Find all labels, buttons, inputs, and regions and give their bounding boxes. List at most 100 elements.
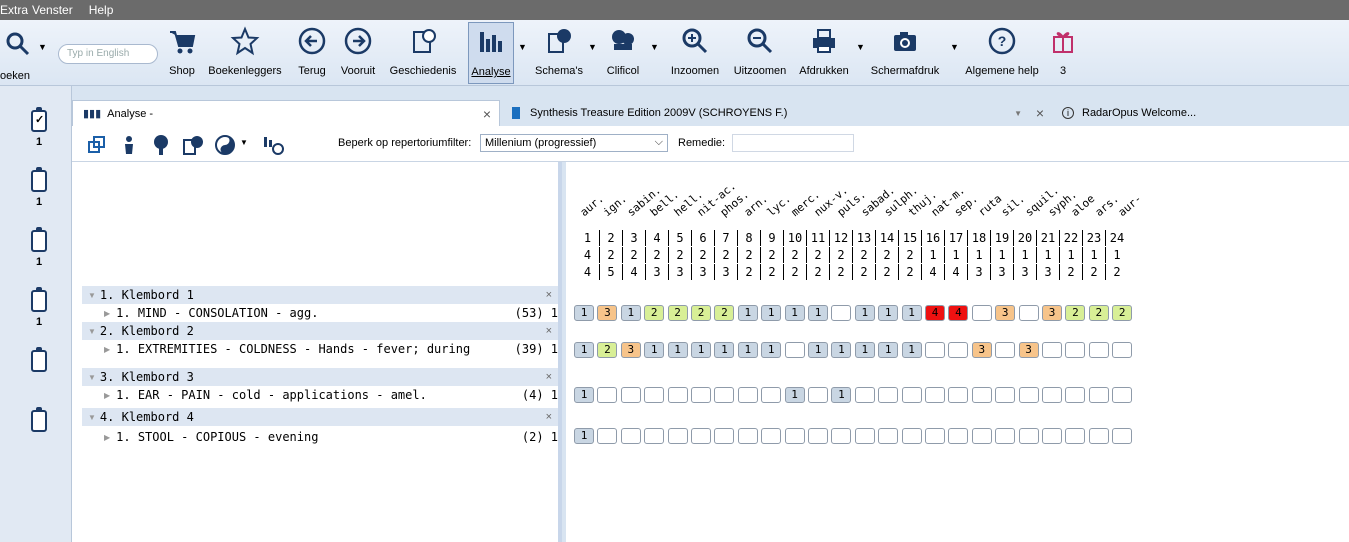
grade-cell[interactable] bbox=[925, 428, 945, 444]
grade-cell[interactable]: 2 bbox=[714, 305, 735, 321]
grade-cell[interactable]: 1 bbox=[574, 428, 594, 444]
schemas-dropdown-icon[interactable]: ▼ bbox=[588, 42, 597, 52]
grade-cell[interactable]: 2 bbox=[597, 342, 618, 358]
grade-cell[interactable] bbox=[644, 428, 665, 444]
collapse-icon[interactable]: ▼ bbox=[88, 373, 96, 382]
grade-cell[interactable] bbox=[901, 428, 922, 444]
schemas-button[interactable]: Schema's bbox=[534, 22, 584, 84]
bookmarks-button[interactable]: Boekenleggers bbox=[204, 22, 286, 84]
grade-cell[interactable] bbox=[971, 428, 992, 444]
grade-cell[interactable] bbox=[878, 387, 899, 403]
grade-cell[interactable]: 1 bbox=[691, 342, 711, 358]
grade-cell[interactable]: 1 bbox=[878, 342, 899, 358]
grade-cell[interactable] bbox=[948, 428, 969, 444]
grade-cell[interactable] bbox=[995, 342, 1016, 358]
schema-icon[interactable] bbox=[180, 132, 206, 158]
grade-cell[interactable]: 1 bbox=[761, 305, 782, 321]
clipboard-1[interactable]: ✓ 1 bbox=[28, 107, 50, 148]
grade-cell[interactable] bbox=[644, 387, 665, 403]
grade-cell[interactable] bbox=[691, 387, 711, 403]
clipboard-group[interactable]: ▼ 2. Klembord 2 × bbox=[82, 322, 558, 340]
grade-cell[interactable]: 1 bbox=[854, 342, 875, 358]
person-icon[interactable] bbox=[116, 132, 142, 158]
grade-cell[interactable] bbox=[948, 387, 969, 403]
expand-icon[interactable]: ▶ bbox=[104, 433, 110, 442]
grade-cell[interactable] bbox=[761, 428, 782, 444]
remedy-name[interactable]: ruta bbox=[975, 192, 1004, 219]
help-button[interactable]: ? Algemene help bbox=[964, 22, 1040, 84]
grade-cell[interactable] bbox=[691, 428, 711, 444]
grade-cell[interactable] bbox=[761, 387, 782, 403]
grade-cell[interactable] bbox=[620, 428, 641, 444]
grade-cell[interactable] bbox=[808, 428, 828, 444]
grade-cell[interactable]: 1 bbox=[831, 387, 852, 403]
grade-cell[interactable] bbox=[1088, 342, 1109, 358]
collapse-icon[interactable]: ▼ bbox=[88, 413, 96, 422]
expand-icon[interactable]: ▶ bbox=[104, 309, 110, 318]
close-icon[interactable]: × bbox=[546, 371, 552, 383]
grade-cell[interactable] bbox=[878, 428, 899, 444]
grade-cell[interactable]: 3 bbox=[971, 342, 992, 358]
analysis-refresh-icon[interactable] bbox=[260, 132, 286, 158]
gift-button[interactable]: 3 bbox=[1048, 22, 1078, 84]
grade-cell[interactable]: 1 bbox=[620, 305, 641, 321]
grade-cell[interactable] bbox=[995, 387, 1016, 403]
grade-cell[interactable] bbox=[1065, 428, 1086, 444]
grade-cell[interactable] bbox=[620, 387, 641, 403]
close-icon[interactable]: × bbox=[483, 106, 491, 122]
grade-cell[interactable] bbox=[1088, 428, 1109, 444]
grade-cell[interactable]: 2 bbox=[1112, 305, 1133, 321]
windows-icon[interactable] bbox=[84, 132, 110, 158]
tab-menu-icon[interactable]: ▼ bbox=[1014, 109, 1022, 118]
search-icon[interactable] bbox=[4, 30, 32, 58]
grade-cell[interactable]: 4 bbox=[948, 305, 969, 321]
grade-cell[interactable]: 1 bbox=[737, 305, 758, 321]
yin-yang-icon[interactable] bbox=[212, 132, 238, 158]
grade-cell[interactable]: 1 bbox=[831, 342, 852, 358]
grade-cell[interactable] bbox=[714, 387, 735, 403]
grade-cell[interactable]: 1 bbox=[808, 305, 828, 321]
collapse-icon[interactable]: ▼ bbox=[88, 327, 96, 336]
analysis-dropdown-icon[interactable]: ▼ bbox=[518, 42, 527, 52]
print-button[interactable]: Afdrukken bbox=[794, 22, 854, 84]
shop-button[interactable]: Shop bbox=[160, 22, 204, 84]
grade-cell[interactable] bbox=[784, 342, 805, 358]
collapse-icon[interactable]: ▼ bbox=[88, 291, 96, 300]
grade-cell[interactable] bbox=[784, 428, 805, 444]
grade-cell[interactable] bbox=[831, 428, 852, 444]
close-icon[interactable]: × bbox=[546, 289, 552, 301]
grade-cell[interactable]: 1 bbox=[784, 387, 805, 403]
grade-cell[interactable] bbox=[995, 428, 1016, 444]
grade-cell[interactable] bbox=[831, 305, 852, 321]
grade-cell[interactable]: 1 bbox=[808, 342, 828, 358]
grade-cell[interactable] bbox=[1042, 342, 1062, 358]
grade-cell[interactable] bbox=[854, 387, 875, 403]
grade-cell[interactable] bbox=[1042, 387, 1062, 403]
grade-cell[interactable] bbox=[948, 342, 969, 358]
clipboard-4[interactable]: 1 bbox=[28, 287, 50, 328]
grade-cell[interactable]: 3 bbox=[1018, 342, 1039, 358]
grade-cell[interactable]: 1 bbox=[737, 342, 758, 358]
grade-cell[interactable]: 3 bbox=[1042, 305, 1062, 321]
expand-icon[interactable]: ▶ bbox=[104, 345, 110, 354]
remedy-name[interactable]: aur- bbox=[1116, 192, 1145, 219]
back-button[interactable]: Terug bbox=[294, 22, 330, 84]
grade-cell[interactable] bbox=[901, 387, 922, 403]
grade-cell[interactable]: 1 bbox=[667, 342, 688, 358]
remedy-name[interactable]: aur. bbox=[578, 192, 607, 219]
grade-cell[interactable] bbox=[667, 387, 688, 403]
grade-cell[interactable] bbox=[737, 428, 758, 444]
grade-cell[interactable] bbox=[737, 387, 758, 403]
grade-cell[interactable]: 1 bbox=[901, 305, 922, 321]
grade-cell[interactable]: 2 bbox=[1088, 305, 1109, 321]
zoom-in-button[interactable]: Inzoomen bbox=[668, 22, 722, 84]
menu-item-help[interactable]: Help bbox=[89, 3, 114, 17]
expand-icon[interactable]: ▶ bbox=[104, 391, 110, 400]
menu-item-extra[interactable]: Extra bbox=[0, 3, 28, 17]
grade-cell[interactable] bbox=[854, 428, 875, 444]
grade-cell[interactable]: 1 bbox=[761, 342, 782, 358]
clificol-dropdown-icon[interactable]: ▼ bbox=[650, 42, 659, 52]
close-icon[interactable]: × bbox=[546, 411, 552, 423]
grade-cell[interactable] bbox=[597, 428, 618, 444]
grade-cell[interactable]: 3 bbox=[597, 305, 618, 321]
